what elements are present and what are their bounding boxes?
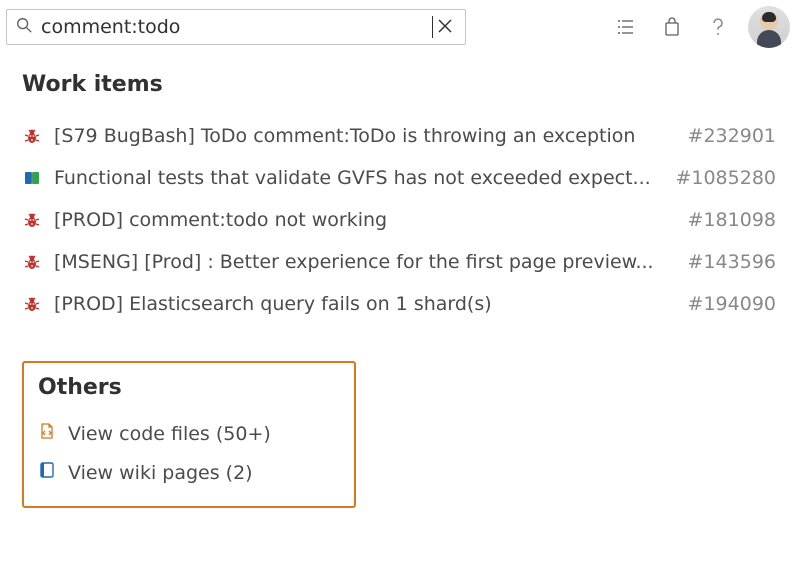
result-type-icon (22, 295, 42, 313)
result-id: #181098 (688, 209, 776, 231)
work-item-result[interactable]: [MSENG] [Prod] : Better experience for t… (22, 241, 776, 283)
work-item-result[interactable]: Functional tests that validate GVFS has … (22, 157, 776, 199)
work-item-result[interactable]: [PROD] comment:todo not working #181098 (22, 199, 776, 241)
book-icon (23, 169, 41, 187)
code-file-icon (38, 422, 56, 440)
search-icon (15, 16, 33, 38)
bug-icon (23, 253, 41, 271)
result-type-icon (22, 169, 42, 187)
top-bar (0, 0, 798, 54)
result-type-icon (22, 127, 42, 145)
result-title: [PROD] comment:todo not working (54, 209, 670, 231)
help-button[interactable] (696, 9, 740, 45)
work-items-list: [S79 BugBash] ToDo comment:ToDo is throw… (22, 115, 776, 325)
other-link-icon (38, 461, 56, 484)
user-avatar[interactable] (748, 6, 790, 48)
shopping-bag-button[interactable] (650, 9, 694, 45)
search-results: Work items [S79 BugBash] ToDo comment:To… (0, 54, 798, 508)
others-section: Others View code files (50+) View wiki pa… (22, 361, 356, 508)
result-id: #232901 (688, 125, 776, 147)
result-type-icon (22, 253, 42, 271)
result-type-icon (22, 211, 42, 229)
view-code-files-link[interactable]: View code files (50+) (38, 414, 340, 453)
result-title: [PROD] Elasticsearch query fails on 1 sh… (54, 293, 670, 315)
close-icon (437, 18, 453, 34)
result-title: [S79 BugBash] ToDo comment:ToDo is throw… (54, 125, 670, 147)
result-id: #1085280 (675, 167, 776, 189)
bug-icon (23, 127, 41, 145)
list-view-button[interactable] (604, 9, 648, 45)
help-icon (707, 16, 729, 38)
wiki-icon (38, 461, 56, 479)
other-link-label: View code files (50+) (68, 423, 271, 445)
other-link-label: View wiki pages (2) (68, 462, 253, 484)
others-heading: Others (38, 375, 340, 400)
others-list: View code files (50+) View wiki pages (2) (38, 414, 340, 492)
view-wiki-pages-link[interactable]: View wiki pages (2) (38, 453, 340, 492)
toolbar (604, 6, 790, 48)
bug-icon (23, 295, 41, 313)
work-item-result[interactable]: [PROD] Elasticsearch query fails on 1 sh… (22, 283, 776, 325)
bug-icon (23, 211, 41, 229)
result-id: #194090 (688, 293, 776, 315)
list-icon (616, 17, 636, 37)
other-link-icon (38, 422, 56, 445)
search-input[interactable] (33, 10, 432, 44)
result-title: Functional tests that validate GVFS has … (54, 167, 657, 189)
search-box[interactable] (6, 9, 466, 45)
work-item-result[interactable]: [S79 BugBash] ToDo comment:ToDo is throw… (22, 115, 776, 157)
work-items-heading: Work items (22, 72, 776, 97)
result-title: [MSENG] [Prod] : Better experience for t… (54, 251, 670, 273)
result-id: #143596 (688, 251, 776, 273)
clear-search-button[interactable] (433, 14, 457, 41)
bag-icon (662, 17, 682, 37)
